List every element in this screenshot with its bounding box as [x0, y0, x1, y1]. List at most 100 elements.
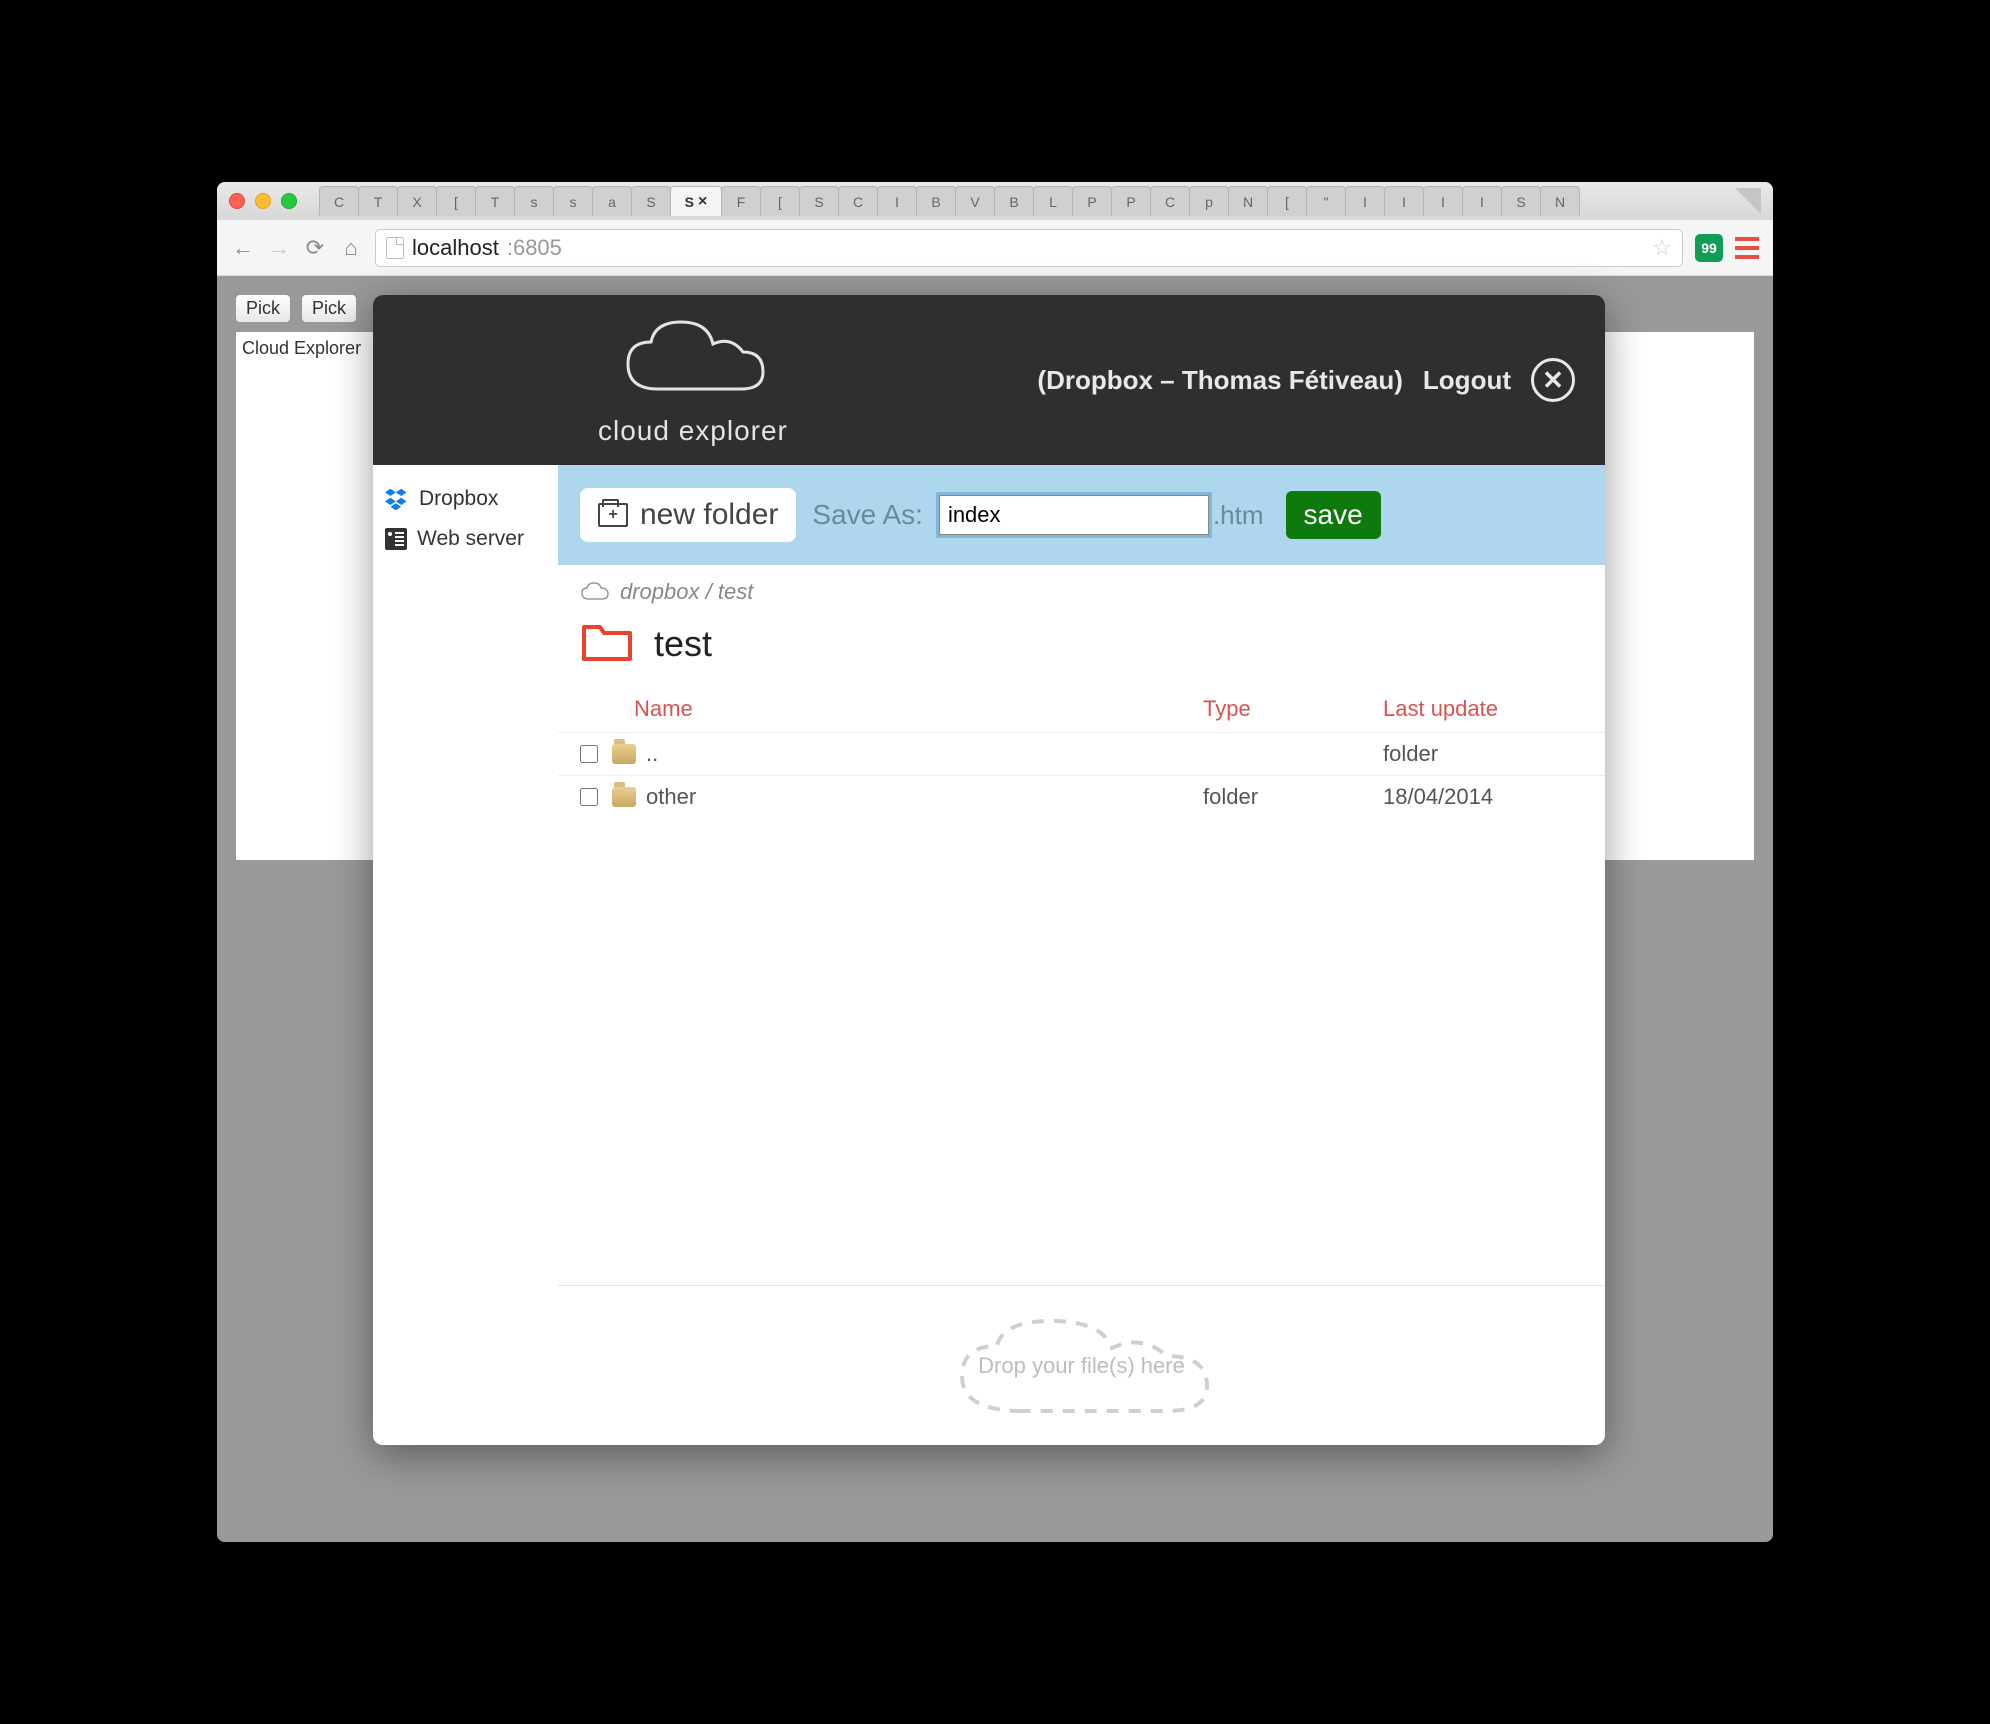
cloud-explorer-modal: cloud explorer (Dropbox – Thomas Fétivea… — [373, 295, 1605, 1445]
sidebar-item-dropbox[interactable]: Dropbox — [373, 479, 558, 519]
home-button[interactable]: ⌂ — [339, 236, 363, 260]
minimize-window-button[interactable] — [255, 193, 271, 209]
browser-tab[interactable]: N — [1228, 186, 1268, 216]
folder-icon — [612, 787, 636, 807]
page-icon — [386, 237, 404, 259]
column-type[interactable]: Type — [1203, 696, 1383, 722]
browser-tab[interactable]: T — [358, 186, 398, 216]
pick-button[interactable]: Pick — [235, 294, 291, 323]
page-content: Pick Pick Cloud Explorer cloud explorer … — [217, 276, 1773, 1542]
browser-tab[interactable]: X — [397, 186, 437, 216]
browser-tab[interactable]: L — [1033, 186, 1073, 216]
breadcrumb-path[interactable]: dropbox / test — [620, 579, 753, 605]
column-date[interactable]: Last update — [1383, 696, 1583, 722]
action-bar: new folder Save As: .htm save — [558, 465, 1605, 565]
table-header: Name Type Last update — [558, 686, 1605, 732]
brand-name: cloud explorer — [598, 415, 788, 447]
panel-title: Cloud Explorer — [242, 338, 361, 358]
dashed-cloud-icon — [942, 1316, 1222, 1426]
sidebar-item-label: Dropbox — [419, 487, 498, 511]
cloud-logo-icon — [613, 314, 773, 409]
server-icon — [385, 528, 407, 550]
close-tab-icon[interactable]: × — [698, 193, 707, 211]
browser-tab[interactable]: S — [1501, 186, 1541, 216]
browser-tab[interactable]: S× — [670, 186, 722, 216]
row-checkbox[interactable] — [580, 788, 598, 806]
browser-tab[interactable]: B — [916, 186, 956, 216]
service-sidebar: Dropbox Web server — [373, 465, 558, 1445]
browser-tab[interactable]: T — [475, 186, 515, 216]
browser-tab[interactable]: [ — [760, 186, 800, 216]
browser-tab[interactable]: C — [1150, 186, 1190, 216]
row-name: .. — [646, 741, 1203, 767]
zoom-window-button[interactable] — [281, 193, 297, 209]
address-bar[interactable]: localhost :6805 ☆ — [375, 229, 1683, 267]
brand: cloud explorer — [598, 314, 788, 447]
folder-icon — [612, 744, 636, 764]
menu-button[interactable] — [1735, 237, 1759, 259]
cloud-icon — [580, 582, 610, 602]
table-row[interactable]: ..folder — [558, 732, 1605, 775]
modal-header: cloud explorer (Dropbox – Thomas Fétivea… — [373, 295, 1605, 465]
row-date: 18/04/2014 — [1383, 784, 1583, 810]
browser-tab[interactable]: B — [994, 186, 1034, 216]
browser-tab[interactable]: C — [838, 186, 878, 216]
column-name[interactable]: Name — [580, 696, 1203, 722]
browser-window: CTX[TssaSS×F[SCIBVBLPPCpN["IIIISN ← → ⟳ … — [217, 182, 1773, 1542]
browser-tab[interactable]: V — [955, 186, 995, 216]
save-button[interactable]: save — [1286, 491, 1381, 539]
browser-tab[interactable]: C — [319, 186, 359, 216]
table-row[interactable]: otherfolder18/04/2014 — [558, 775, 1605, 818]
browser-tab[interactable]: " — [1306, 186, 1346, 216]
new-folder-label: new folder — [640, 498, 778, 532]
new-folder-icon — [598, 503, 628, 527]
close-window-button[interactable] — [229, 193, 245, 209]
close-modal-button[interactable]: ✕ — [1531, 358, 1575, 402]
current-folder: test — [558, 619, 1605, 686]
file-list: ..folderotherfolder18/04/2014 — [558, 732, 1605, 818]
account-label: (Dropbox – Thomas Fétiveau) — [1037, 365, 1403, 396]
extension-label: .htm — [1213, 500, 1264, 531]
modal-body: Dropbox Web server new folder Save As: — [373, 465, 1605, 1445]
browser-tab[interactable]: I — [1423, 186, 1463, 216]
pick-button[interactable]: Pick — [301, 294, 357, 323]
url-port: :6805 — [507, 235, 562, 261]
hangouts-extension-icon[interactable]: 99 — [1695, 234, 1723, 262]
dropzone[interactable]: Drop your file(s) here — [558, 1285, 1605, 1445]
row-type: folder — [1203, 784, 1383, 810]
back-button[interactable]: ← — [231, 236, 255, 260]
bookmark-star-icon[interactable]: ☆ — [1652, 235, 1672, 261]
browser-tab[interactable]: I — [1462, 186, 1502, 216]
breadcrumb: dropbox / test — [558, 565, 1605, 619]
browser-tab[interactable]: P — [1072, 186, 1112, 216]
row-checkbox[interactable] — [580, 745, 598, 763]
window-controls — [229, 193, 297, 209]
forward-button[interactable]: → — [267, 236, 291, 260]
browser-tab[interactable]: [ — [436, 186, 476, 216]
new-folder-button[interactable]: new folder — [580, 488, 796, 542]
titlebar: CTX[TssaSS×F[SCIBVBLPPCpN["IIIISN — [217, 182, 1773, 220]
sidebar-item-label: Web server — [417, 527, 524, 551]
browser-tab[interactable]: S — [631, 186, 671, 216]
browser-tab[interactable]: a — [592, 186, 632, 216]
tab-strip: CTX[TssaSS×F[SCIBVBLPPCpN["IIIISN — [319, 186, 1721, 216]
browser-tab[interactable]: I — [1384, 186, 1424, 216]
browser-tab[interactable]: s — [514, 186, 554, 216]
browser-tab[interactable]: F — [721, 186, 761, 216]
url-host: localhost — [412, 235, 499, 261]
browser-tab[interactable]: I — [1345, 186, 1385, 216]
file-browser: new folder Save As: .htm save dropbox / … — [558, 465, 1605, 1445]
row-name: other — [646, 784, 1203, 810]
browser-tab[interactable]: p — [1189, 186, 1229, 216]
browser-tab[interactable]: [ — [1267, 186, 1307, 216]
reload-button[interactable]: ⟳ — [303, 236, 327, 260]
browser-tab[interactable]: S — [799, 186, 839, 216]
logout-link[interactable]: Logout — [1423, 365, 1511, 396]
current-folder-name: test — [654, 623, 712, 665]
sidebar-item-webserver[interactable]: Web server — [373, 519, 558, 559]
browser-tab[interactable]: P — [1111, 186, 1151, 216]
filename-input[interactable] — [939, 495, 1209, 535]
browser-tab[interactable]: I — [877, 186, 917, 216]
browser-tab[interactable]: N — [1540, 186, 1580, 216]
browser-tab[interactable]: s — [553, 186, 593, 216]
